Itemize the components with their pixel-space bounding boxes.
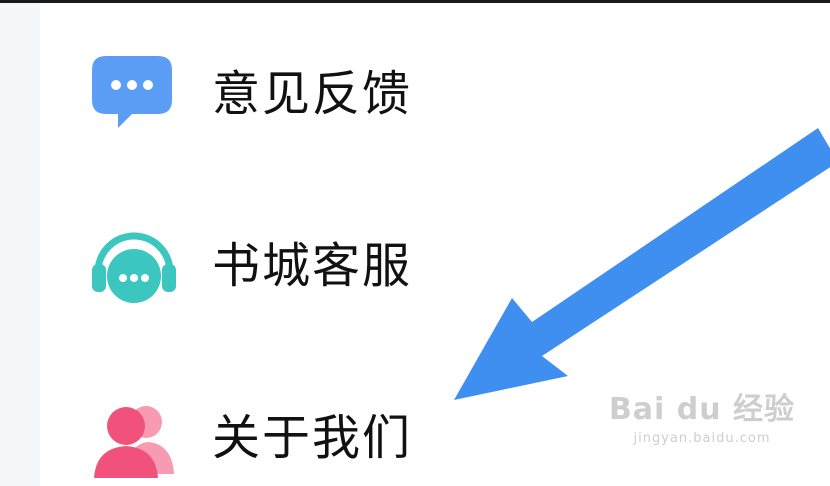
menu-item-label: 意见反馈 bbox=[212, 66, 413, 122]
left-edge-panel bbox=[0, 3, 40, 486]
menu-item-label: 关于我们 bbox=[212, 410, 413, 466]
users-icon bbox=[92, 398, 176, 482]
chat-bubble-icon bbox=[92, 50, 176, 134]
watermark-url: jingyan.baidu.com bbox=[633, 431, 771, 446]
menu-item-about-us[interactable]: 关于我们 bbox=[92, 398, 512, 478]
watermark-logo-text: Bai du 经验 bbox=[608, 392, 796, 427]
menu-item-label: 书城客服 bbox=[212, 238, 413, 294]
top-divider bbox=[0, 0, 830, 3]
menu-item-feedback[interactable]: 意见反馈 bbox=[92, 54, 512, 134]
menu-item-customer-service[interactable]: 书城客服 bbox=[92, 226, 512, 306]
headset-icon bbox=[92, 226, 176, 310]
watermark: Bai du 经验 jingyan.baidu.com bbox=[602, 390, 802, 470]
